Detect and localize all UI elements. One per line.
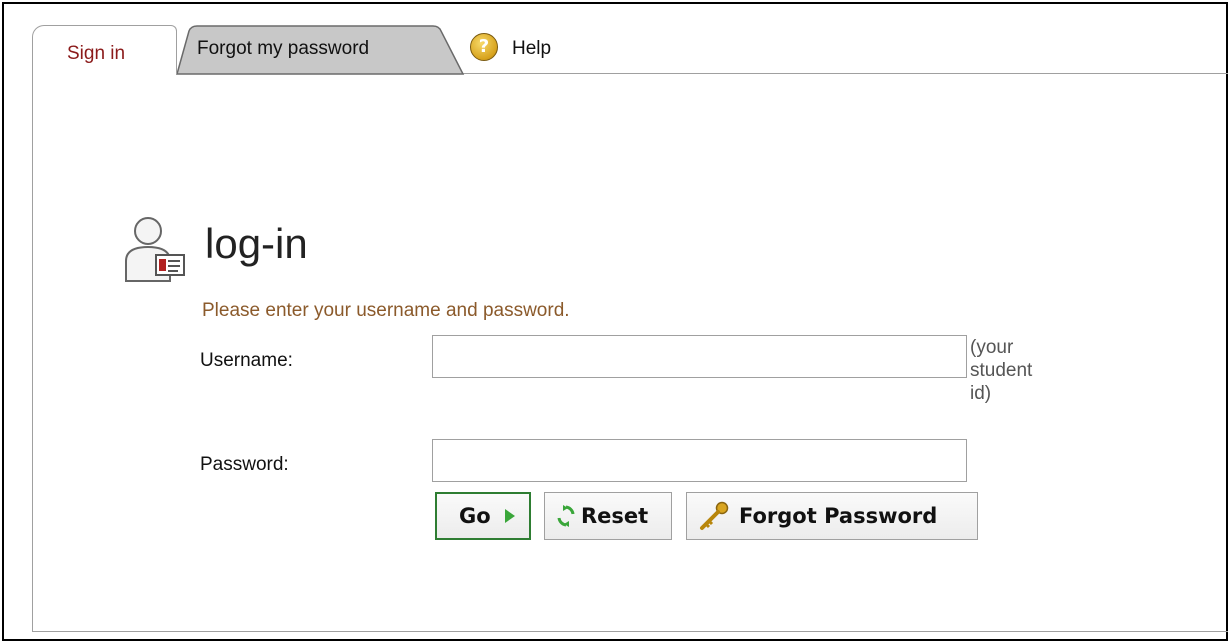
play-arrow-icon (504, 509, 515, 523)
page-title: log-in (205, 220, 308, 267)
tab-help[interactable]: ? Help (470, 25, 610, 74)
tab-sign-in[interactable]: Sign in (32, 25, 177, 74)
instructions-text: Please enter your username and password. (202, 300, 570, 321)
username-input[interactable] (432, 335, 967, 378)
key-icon (700, 501, 729, 530)
tab-forgot-password[interactable]: Forgot my password (175, 25, 465, 75)
username-hint-line: (your (970, 337, 1014, 358)
go-button[interactable]: Go (435, 492, 531, 540)
password-input[interactable] (432, 439, 967, 482)
help-question-icon: ? (470, 33, 498, 61)
user-id-card-icon (125, 217, 185, 282)
reset-button[interactable]: Reset (544, 492, 672, 540)
username-hint-line: student (970, 360, 1033, 381)
tab-forgot-password-label: Forgot my password (197, 38, 370, 59)
username-hint-line: id) (970, 383, 992, 404)
forgot-password-button-label: Forgot Password (739, 504, 938, 528)
username-label: Username: (200, 350, 293, 371)
forgot-password-button[interactable]: Forgot Password (686, 492, 978, 540)
tab-sign-in-label: Sign in (67, 43, 126, 64)
refresh-arrows-icon (557, 505, 575, 527)
password-label: Password: (200, 454, 289, 475)
go-button-label: Go (459, 504, 491, 528)
tab-help-label: Help (512, 38, 552, 59)
username-hint: (your student id) (970, 336, 1070, 405)
reset-button-label: Reset (581, 504, 649, 528)
